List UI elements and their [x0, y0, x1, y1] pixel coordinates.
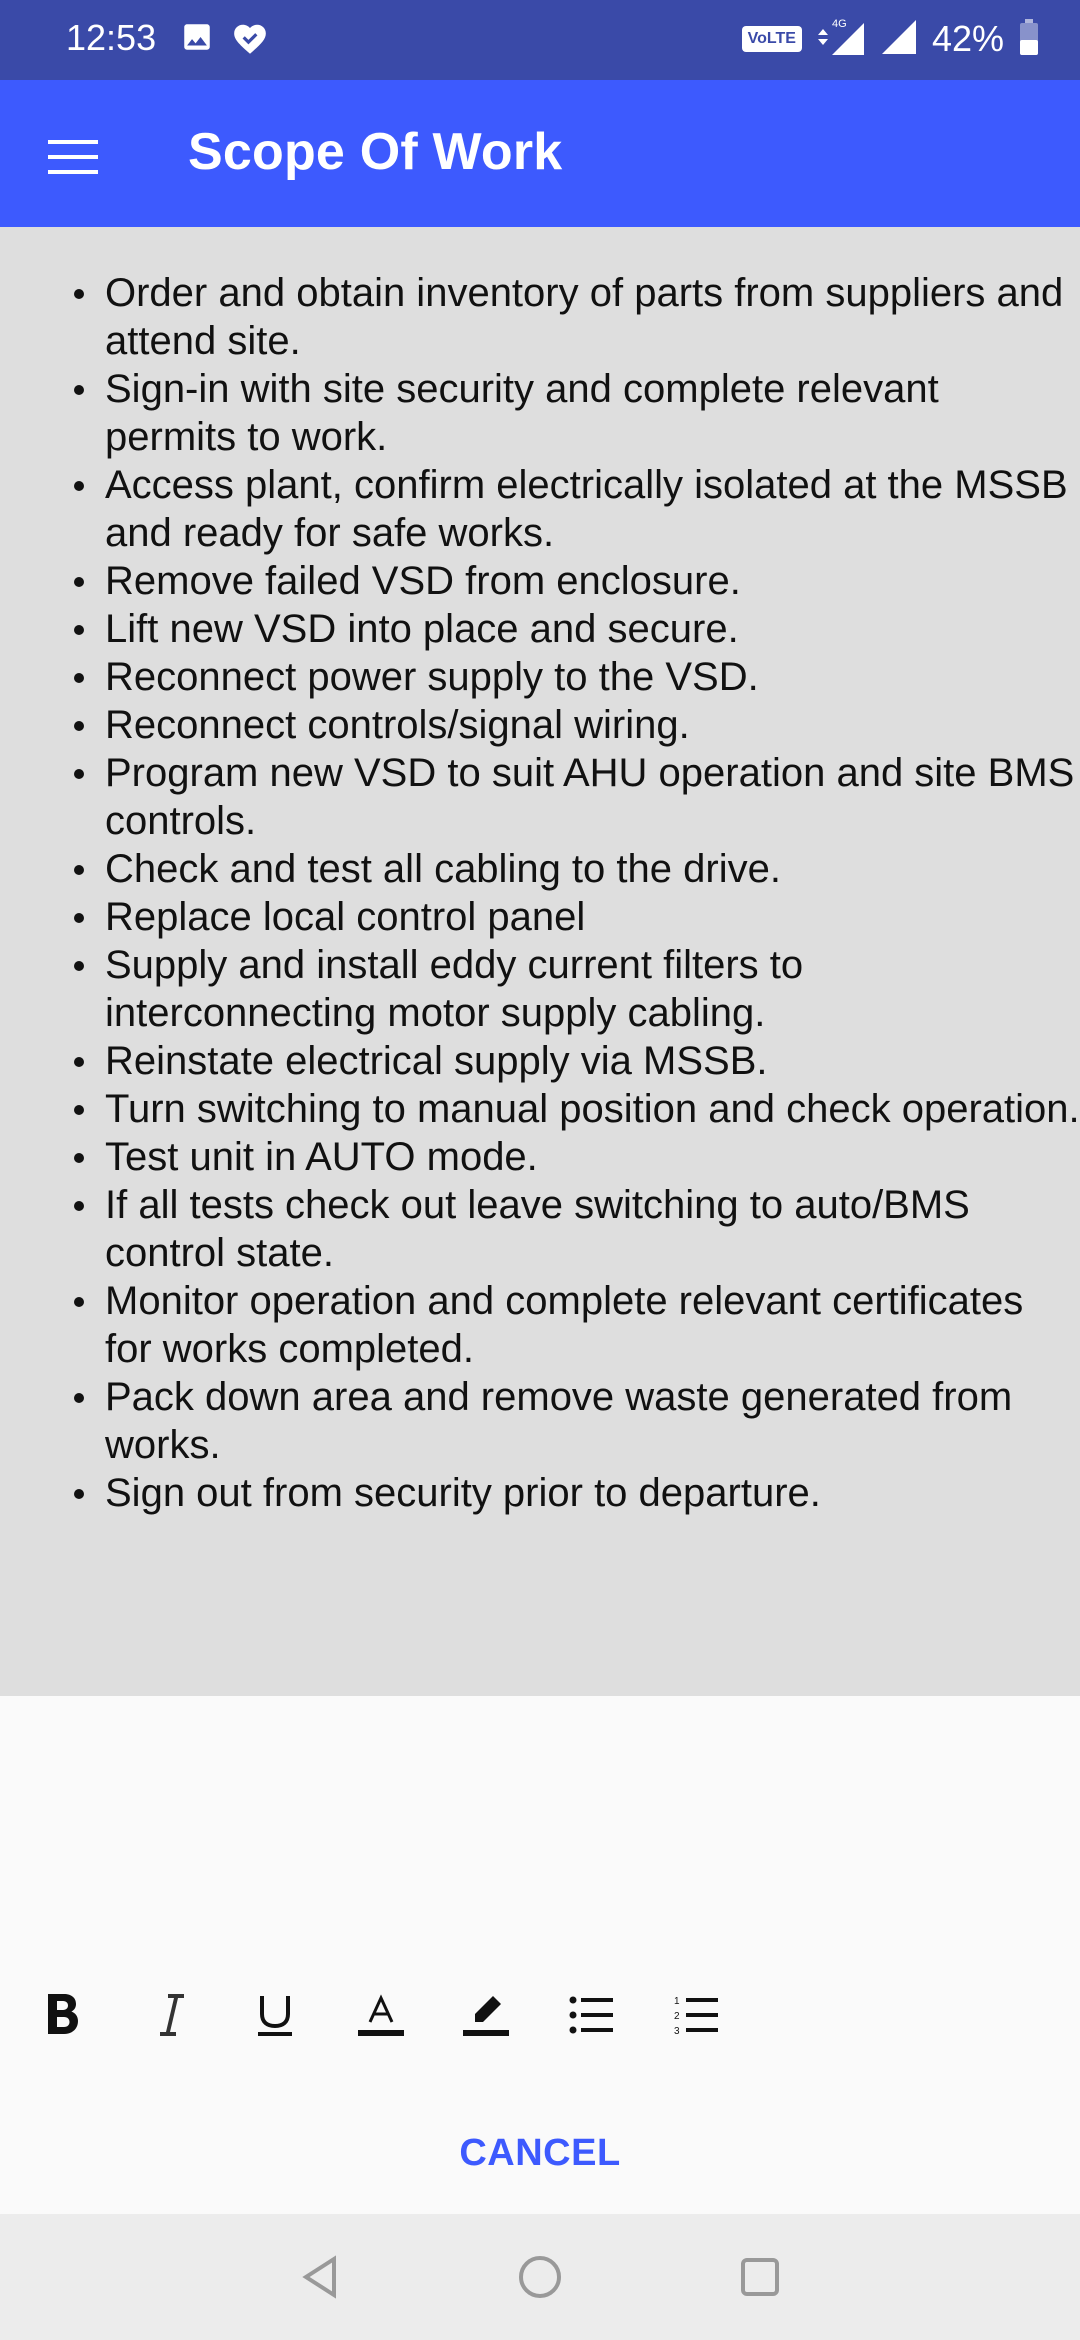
status-time: 12:53 — [66, 17, 157, 58]
back-triangle-icon — [302, 2255, 336, 2299]
svg-text:1: 1 — [674, 1996, 680, 2007]
list-item: Reconnect power supply to the VSD. — [0, 653, 1080, 701]
page-title: Scope Of Work — [188, 123, 563, 181]
bold-button[interactable] — [30, 1975, 100, 2055]
back-button[interactable] — [285, 2242, 355, 2312]
recents-button[interactable] — [725, 2242, 795, 2312]
list-item: Turn switching to manual position and ch… — [0, 1085, 1080, 1133]
volte-badge: VoLTE — [741, 26, 802, 52]
network-signal-icon: 4G — [816, 17, 866, 62]
heart-icon — [230, 20, 270, 63]
svg-text:3: 3 — [674, 2026, 680, 2035]
signal-icon — [880, 18, 918, 61]
image-icon — [180, 20, 214, 63]
battery-percentage: 42% — [931, 18, 1004, 59]
navigation-bar — [0, 2214, 1080, 2340]
svg-text:2: 2 — [674, 2011, 680, 2022]
list-item: Replace local control panel — [0, 893, 1080, 941]
underline-button[interactable] — [240, 1975, 310, 2055]
bold-icon — [48, 1994, 78, 2034]
list-item: Check and test all cabling to the drive. — [0, 845, 1080, 893]
svg-text:4G: 4G — [832, 18, 847, 30]
highlight-icon — [463, 1996, 509, 2036]
italic-icon — [160, 1994, 184, 2036]
recents-square-icon — [741, 2258, 779, 2296]
list-item: Remove failed VSD from enclosure. — [0, 557, 1080, 605]
editor-area[interactable] — [0, 1696, 1080, 1976]
underline-icon — [258, 1996, 292, 2036]
hamburger-menu-icon — [48, 140, 98, 174]
text-color-button[interactable] — [346, 1975, 416, 2055]
list-item: Access plant, confirm electrically isola… — [0, 461, 1080, 557]
list-item: Lift new VSD into place and secure. — [0, 605, 1080, 653]
numbered-list-icon: 1 2 3 — [674, 1996, 718, 2035]
list-item: Monitor operation and complete relevant … — [0, 1277, 1080, 1373]
bullet-list-button[interactable] — [556, 1975, 626, 2055]
cancel-button[interactable]: CANCEL — [440, 2118, 640, 2188]
scope-of-work-content[interactable]: Order and obtain inventory of parts from… — [0, 227, 1080, 1696]
list-item: Pack down area and remove waste generate… — [0, 1373, 1080, 1469]
list-item: Program new VSD to suit AHU operation an… — [0, 749, 1080, 845]
numbered-list-button[interactable]: 1 2 3 — [661, 1975, 731, 2055]
status-indicators: VoLTE 4G 42% — [741, 14, 1040, 64]
italic-button[interactable] — [136, 1975, 206, 2055]
highlight-button[interactable] — [451, 1975, 521, 2055]
text-color-icon — [358, 1994, 404, 2036]
list-item: Sign out from security prior to departur… — [0, 1469, 1080, 1517]
list-item: Reinstate electrical supply via MSSB. — [0, 1037, 1080, 1085]
notification-icons — [180, 20, 270, 63]
bullet-list-icon — [569, 1996, 613, 2034]
format-toolbar: 1 2 3 — [0, 1975, 1080, 2055]
home-circle-icon — [519, 2256, 561, 2298]
list-item: Sign-in with site security and complete … — [0, 365, 1080, 461]
list-item: If all tests check out leave switching t… — [0, 1181, 1080, 1277]
list-item: Test unit in AUTO mode. — [0, 1133, 1080, 1181]
home-button[interactable] — [505, 2242, 575, 2312]
list-item: Reconnect controls/signal wiring. — [0, 701, 1080, 749]
app-bar: Scope Of Work — [0, 80, 1080, 227]
list-item: Supply and install eddy current filters … — [0, 941, 1080, 1037]
scope-list: Order and obtain inventory of parts from… — [0, 269, 1080, 1517]
battery-icon — [1018, 18, 1040, 61]
list-item: Order and obtain inventory of parts from… — [0, 269, 1080, 365]
menu-button[interactable] — [30, 116, 114, 192]
status-bar: 12:53 VoLTE 4G 42% — [0, 0, 1080, 80]
